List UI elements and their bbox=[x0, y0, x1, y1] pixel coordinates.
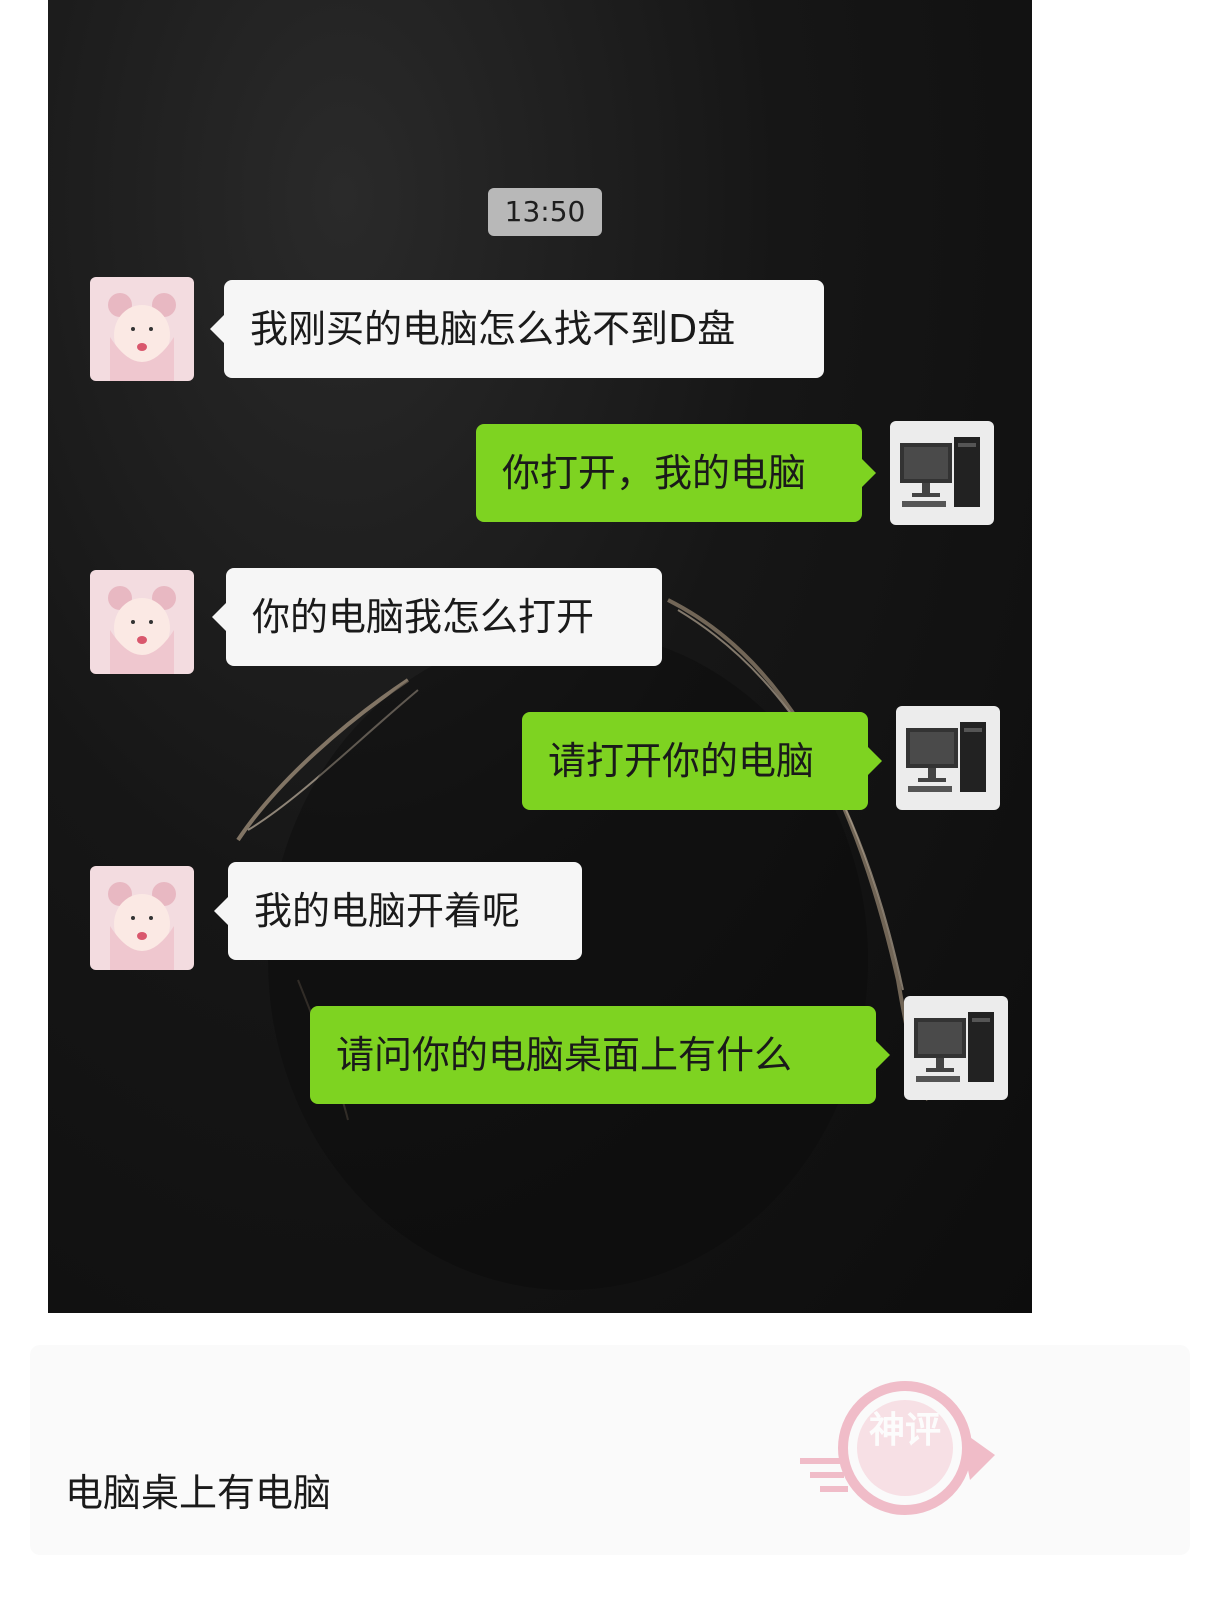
chat-screenshot-photo: 13:50 我刚买的电脑怎么找不到D盘 你打开，我的电脑 你的电脑我怎么打开 请… bbox=[48, 0, 1032, 1313]
girl-avatar[interactable] bbox=[90, 866, 194, 970]
computer-avatar[interactable] bbox=[890, 421, 994, 525]
received-message-bubble[interactable]: 你的电脑我怎么打开 bbox=[212, 568, 662, 666]
sent-message-bubble[interactable]: 请打开你的电脑 bbox=[522, 712, 882, 810]
girl-avatar[interactable] bbox=[90, 277, 194, 381]
computer-avatar[interactable] bbox=[904, 996, 1008, 1100]
computer-avatar[interactable] bbox=[896, 706, 1000, 810]
girl-avatar[interactable] bbox=[90, 570, 194, 674]
sent-message-bubble[interactable]: 请问你的电脑桌面上有什么 bbox=[310, 1006, 890, 1104]
sent-message-bubble[interactable]: 你打开，我的电脑 bbox=[476, 424, 876, 522]
received-message-bubble[interactable]: 我刚买的电脑怎么找不到D盘 bbox=[210, 280, 824, 378]
svg-text:神评: 神评 bbox=[869, 1410, 941, 1451]
message-timestamp: 13:50 bbox=[488, 188, 602, 236]
received-message-bubble[interactable]: 我的电脑开着呢 bbox=[214, 862, 582, 960]
watermark-stamp-icon: 神评 bbox=[800, 1381, 995, 1515]
post-caption: 电脑桌上有电脑 bbox=[65, 1471, 332, 1515]
